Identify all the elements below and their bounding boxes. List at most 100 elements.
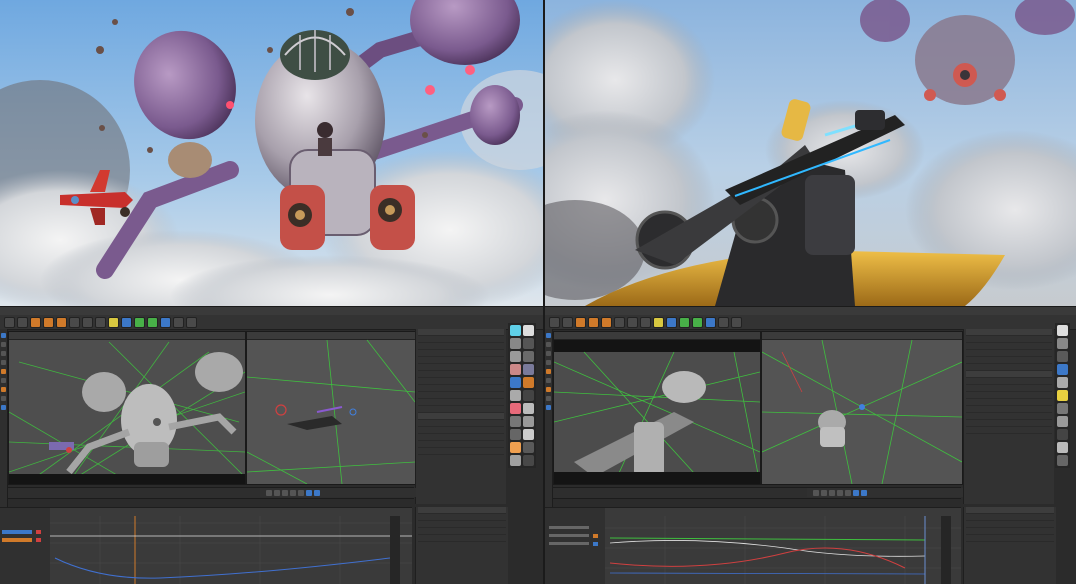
last-frame-icon[interactable] (845, 489, 851, 496)
material-swatch-icon[interactable] (1057, 351, 1068, 362)
cube-icon[interactable] (121, 316, 132, 328)
axis-z-icon[interactable] (95, 316, 106, 328)
object-manager[interactable] (415, 329, 506, 504)
snap-icon[interactable] (1, 369, 6, 374)
material-swatch-icon[interactable] (510, 338, 521, 349)
redo-icon[interactable] (17, 316, 28, 328)
material-swatch-icon[interactable] (1057, 455, 1068, 466)
material-swatch-icon[interactable] (523, 416, 534, 427)
move-icon[interactable] (575, 316, 586, 328)
record-icon[interactable] (306, 489, 312, 496)
first-frame-icon[interactable] (266, 489, 272, 496)
move-icon[interactable] (30, 316, 41, 328)
attribute-manager[interactable] (415, 507, 508, 584)
render-icon[interactable] (653, 316, 664, 328)
material-browser[interactable] (1055, 323, 1070, 468)
material-swatch-icon[interactable] (1057, 325, 1068, 336)
undo-icon[interactable] (4, 316, 15, 328)
material-swatch-icon[interactable] (510, 377, 521, 388)
material-swatch-icon[interactable] (510, 429, 521, 440)
camera-icon[interactable] (718, 316, 729, 328)
material-swatch-icon[interactable] (510, 325, 521, 336)
material-swatch-icon[interactable] (1057, 338, 1068, 349)
fcurve-editor[interactable] (545, 507, 961, 584)
axis-y-icon[interactable] (627, 316, 638, 328)
redo-icon[interactable] (562, 316, 573, 328)
material-swatch-icon[interactable] (510, 416, 521, 427)
material-swatch-icon[interactable] (523, 429, 534, 440)
play-icon[interactable] (282, 489, 288, 496)
first-frame-icon[interactable] (813, 489, 819, 496)
camera-icon[interactable] (173, 316, 184, 328)
last-frame-icon[interactable] (298, 489, 304, 496)
material-swatch-icon[interactable] (510, 364, 521, 375)
material-swatch-icon[interactable] (510, 403, 521, 414)
rotate-icon[interactable] (601, 316, 612, 328)
play-icon[interactable] (829, 489, 835, 496)
material-swatch-icon[interactable] (523, 390, 534, 401)
light-icon[interactable] (186, 316, 197, 328)
next-key-icon[interactable] (837, 489, 843, 496)
material-swatch-icon[interactable] (523, 351, 534, 362)
edges-icon[interactable] (546, 351, 551, 356)
workplane-icon[interactable] (546, 378, 551, 383)
deformer-icon[interactable] (705, 316, 716, 328)
material-swatch-icon[interactable] (1057, 377, 1068, 388)
edges-icon[interactable] (1, 351, 6, 356)
autokey-icon[interactable] (314, 489, 320, 496)
lock-icon[interactable] (1, 387, 6, 392)
polygons-icon[interactable] (546, 360, 551, 365)
object-manager[interactable] (963, 329, 1054, 504)
material-swatch-icon[interactable] (523, 403, 534, 414)
axis-x-icon[interactable] (69, 316, 80, 328)
material-swatch-icon[interactable] (1057, 364, 1068, 375)
axis-x-icon[interactable] (614, 316, 625, 328)
viewport-perspective[interactable] (8, 331, 246, 485)
points-icon[interactable] (1, 342, 6, 347)
points-icon[interactable] (546, 342, 551, 347)
spline-icon[interactable] (679, 316, 690, 328)
material-swatch-icon[interactable] (1057, 403, 1068, 414)
material-browser[interactable] (508, 323, 536, 468)
material-swatch-icon[interactable] (1057, 429, 1068, 440)
scale-icon[interactable] (43, 316, 54, 328)
material-swatch-icon[interactable] (523, 364, 534, 375)
spline-icon[interactable] (134, 316, 145, 328)
material-swatch-icon[interactable] (1057, 442, 1068, 453)
prev-key-icon[interactable] (821, 489, 827, 496)
material-swatch-icon[interactable] (523, 338, 534, 349)
material-swatch-icon[interactable] (510, 455, 521, 466)
scale-icon[interactable] (588, 316, 599, 328)
snap-icon[interactable] (546, 369, 551, 374)
autokey-icon[interactable] (861, 489, 867, 496)
nurbs-icon[interactable] (692, 316, 703, 328)
polygons-icon[interactable] (1, 360, 6, 365)
cube-icon[interactable] (666, 316, 677, 328)
material-swatch-icon[interactable] (523, 325, 534, 336)
viewport-camera[interactable] (761, 331, 963, 485)
viewport-camera[interactable] (246, 331, 416, 485)
axis-z-icon[interactable] (640, 316, 651, 328)
workplane-icon[interactable] (1, 378, 6, 383)
viewport-perspective[interactable] (553, 331, 761, 485)
material-swatch-icon[interactable] (523, 442, 534, 453)
next-key-icon[interactable] (290, 489, 296, 496)
select-icon[interactable] (1, 333, 6, 338)
deformer-icon[interactable] (160, 316, 171, 328)
grid-icon[interactable] (546, 396, 551, 401)
material-swatch-icon[interactable] (510, 351, 521, 362)
prev-key-icon[interactable] (274, 489, 280, 496)
fcurve-editor[interactable] (0, 507, 412, 584)
record-icon[interactable] (853, 489, 859, 496)
render-icon[interactable] (108, 316, 119, 328)
light-icon[interactable] (731, 316, 742, 328)
attribute-manager[interactable] (963, 507, 1056, 584)
nurbs-icon[interactable] (147, 316, 158, 328)
texture-icon[interactable] (546, 405, 551, 410)
material-swatch-icon[interactable] (510, 390, 521, 401)
material-swatch-icon[interactable] (523, 377, 534, 388)
material-swatch-icon[interactable] (510, 442, 521, 453)
grid-icon[interactable] (1, 396, 6, 401)
texture-icon[interactable] (1, 405, 6, 410)
select-icon[interactable] (546, 333, 551, 338)
